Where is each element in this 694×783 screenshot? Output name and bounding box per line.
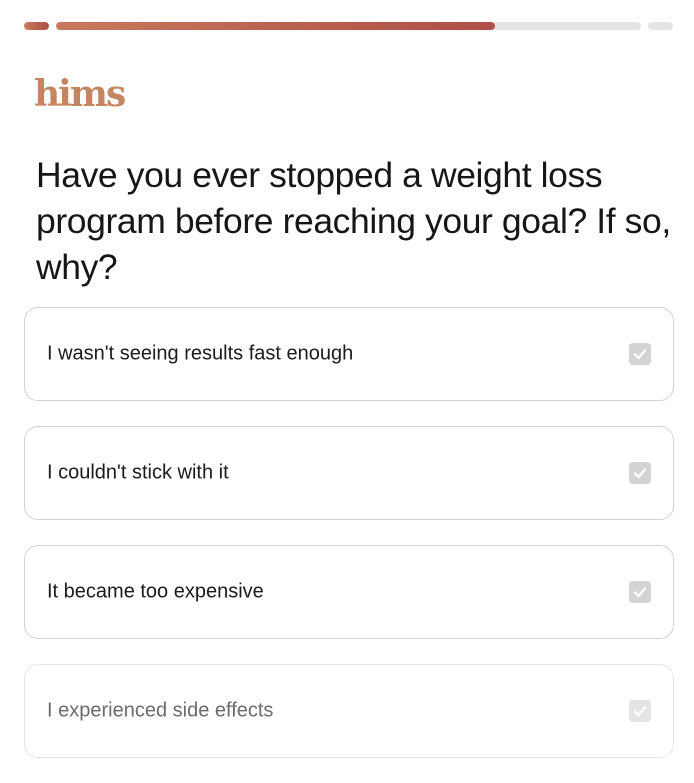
question-title: Have you ever stopped a weight loss prog… — [36, 155, 671, 287]
progress-segment — [56, 22, 641, 30]
option-not-seeing-results[interactable]: I wasn't seeing results fast enough — [24, 307, 674, 401]
option-side-effects[interactable]: I experienced side effects — [24, 664, 674, 758]
checkmark-icon — [629, 343, 651, 365]
option-couldnt-stick[interactable]: I couldn't stick with it — [24, 426, 674, 520]
progress-segment — [24, 22, 49, 30]
option-label: I wasn't seeing results fast enough — [47, 342, 354, 365]
progress-segment — [648, 22, 673, 30]
hims-logo: hims — [34, 73, 126, 115]
progress-bar — [24, 22, 673, 30]
option-too-expensive[interactable]: It became too expensive — [24, 545, 674, 639]
option-label: I experienced side effects — [47, 699, 274, 722]
progress-segment-fill — [24, 22, 49, 30]
progress-segment-fill — [56, 22, 495, 30]
option-label: It became too expensive — [47, 580, 264, 603]
checkmark-icon — [629, 700, 651, 722]
option-label: I couldn't stick with it — [47, 461, 229, 484]
checkmark-icon — [629, 462, 651, 484]
checkmark-icon — [629, 581, 651, 603]
answer-options: I wasn't seeing results fast enough I co… — [24, 307, 674, 783]
